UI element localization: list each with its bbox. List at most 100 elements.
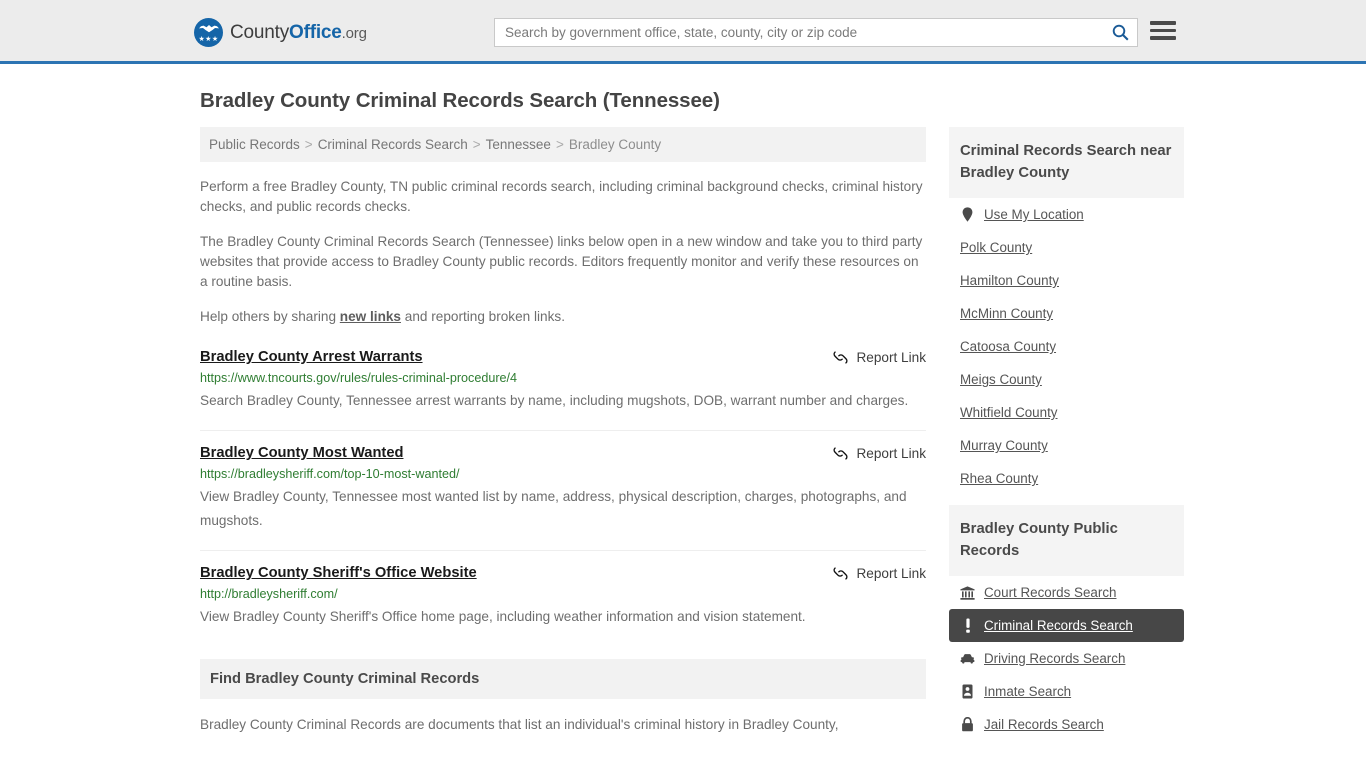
result-url: http://bradleysheriff.com/ <box>200 587 338 601</box>
share-text-after: and reporting broken links. <box>401 309 565 324</box>
breadcrumb: Public Records > Criminal Records Search > T… <box>200 127 926 162</box>
sidebar-panel-title: Criminal Records Search near Bradley Cou… <box>960 143 1172 181</box>
sidebar-item-inmate-search[interactable]: Inmate Search <box>949 675 1184 708</box>
brand-part-office: Office <box>289 21 342 43</box>
sidebar-item-label[interactable]: Meigs County <box>960 372 1042 387</box>
sidebar-panel: Bradley County Public Records Court Recor… <box>949 505 1184 741</box>
sidebar-item-rhea-county[interactable]: Rhea County <box>949 462 1184 495</box>
brand-part-county: County <box>230 21 290 43</box>
sidebar-panel-header: Bradley County Public Records <box>949 505 1184 576</box>
sidebar: Criminal Records Search near Bradley Cou… <box>949 127 1184 751</box>
brand-part-tld: .org <box>341 24 367 42</box>
intro-paragraph-1: Perform a free Bradley County, TN public… <box>200 179 923 214</box>
map-pin-icon <box>960 207 975 222</box>
result-title-link[interactable]: Bradley County Arrest Warrants <box>200 349 423 365</box>
intro-paragraph-2: The Bradley County Criminal Records Sear… <box>200 234 923 289</box>
result-title-link[interactable]: Bradley County Sheriff's Office Website <box>200 565 477 581</box>
sidebar-item-use-my-location[interactable]: Use My Location <box>949 198 1184 231</box>
result-description: Search Bradley County, Tennessee arrest … <box>200 393 909 408</box>
sidebar-item-murray-county[interactable]: Murray County <box>949 429 1184 462</box>
result-description: View Bradley County Sheriff's Office hom… <box>200 609 806 624</box>
hamburger-menu-icon[interactable] <box>1150 21 1176 40</box>
sidebar-panel-list: Court Records Search Criminal Records Sea… <box>949 576 1184 741</box>
sidebar-item-meigs-county[interactable]: Meigs County <box>949 363 1184 396</box>
result-title-link[interactable]: Bradley County Most Wanted <box>200 445 403 461</box>
eagle-seal-icon: ★★★ <box>194 18 223 47</box>
sidebar-item-court-records-search[interactable]: Court Records Search <box>949 576 1184 609</box>
sidebar-item-label[interactable]: Criminal Records Search <box>984 618 1133 633</box>
sidebar-item-polk-county[interactable]: Polk County <box>949 231 1184 264</box>
sidebar-item-whitfield-county[interactable]: Whitfield County <box>949 396 1184 429</box>
sidebar-item-hamilton-county[interactable]: Hamilton County <box>949 264 1184 297</box>
brand-wordmark: CountyOffice.org <box>230 22 367 44</box>
exclamation-icon <box>960 618 975 633</box>
share-text-before: Help others by sharing <box>200 309 340 324</box>
sidebar-panel-list: Use My Location Polk County Hamilton Count… <box>949 198 1184 495</box>
breadcrumb-separator: > <box>472 137 481 152</box>
broken-link-icon <box>833 351 849 364</box>
breadcrumb-item-public-records[interactable]: Public Records <box>209 137 300 152</box>
car-icon <box>960 651 975 666</box>
sidebar-item-label[interactable]: Whitfield County <box>960 405 1058 420</box>
site-header: ★★★ CountyOffice.org <box>0 0 1366 64</box>
report-link-button[interactable]: Report Link <box>833 566 926 581</box>
search-icon <box>1112 24 1129 41</box>
page-container: Bradley County Criminal Records Search (… <box>0 89 1366 751</box>
find-records-header: Find Bradley County Criminal Records <box>200 659 926 699</box>
hamburger-bar <box>1150 36 1176 40</box>
search-button[interactable] <box>1103 19 1137 46</box>
breadcrumb-separator: > <box>304 137 313 152</box>
report-link-button[interactable]: Report Link <box>833 350 926 365</box>
courthouse-icon <box>960 585 975 600</box>
result-header: Bradley County Most Wanted Report Link <box>200 445 926 461</box>
stars-glyph-icon: ★★★ <box>198 36 219 43</box>
sidebar-panel-title: Bradley County Public Records <box>960 521 1118 559</box>
results-list: Bradley County Arrest Warrants Report Lin… <box>200 349 926 646</box>
sidebar-item-jail-records-search[interactable]: Jail Records Search <box>949 708 1184 741</box>
sidebar-item-driving-records-search[interactable]: Driving Records Search <box>949 642 1184 675</box>
sidebar-item-label[interactable]: Court Records Search <box>984 585 1116 600</box>
result-header: Bradley County Arrest Warrants Report Lin… <box>200 349 926 365</box>
sidebar-item-label[interactable]: Polk County <box>960 240 1032 255</box>
new-links-link[interactable]: new links <box>340 309 401 324</box>
report-link-label: Report Link <box>856 350 926 365</box>
report-link-label: Report Link <box>856 446 926 461</box>
breadcrumb-separator: > <box>555 137 564 152</box>
result-url: https://www.tncourts.gov/rules/rules-cri… <box>200 371 518 385</box>
page-title: Bradley County Criminal Records Search (… <box>200 89 720 112</box>
sidebar-item-criminal-records-search[interactable]: Criminal Records Search <box>949 609 1184 642</box>
intro-paragraph-3: Help others by sharing new links and rep… <box>200 307 926 327</box>
eagle-glyph-icon <box>198 25 219 33</box>
sidebar-item-label[interactable]: Use My Location <box>984 207 1084 222</box>
breadcrumb-item-tennessee[interactable]: Tennessee <box>486 137 551 152</box>
report-link-label: Report Link <box>856 566 926 581</box>
broken-link-icon <box>833 567 849 580</box>
sidebar-item-catoosa-county[interactable]: Catoosa County <box>949 330 1184 363</box>
sidebar-item-label[interactable]: Catoosa County <box>960 339 1056 354</box>
hamburger-bar <box>1150 21 1176 25</box>
result-url: https://bradleysheriff.com/top-10-most-w… <box>200 467 460 481</box>
sidebar-item-label[interactable]: Rhea County <box>960 471 1038 486</box>
sidebar-item-label[interactable]: Hamilton County <box>960 273 1059 288</box>
breadcrumb-item-bradley-county: Bradley County <box>568 137 662 152</box>
sidebar-item-mcminn-county[interactable]: McMinn County <box>949 297 1184 330</box>
lock-icon <box>960 717 975 732</box>
result-description: View Bradley County, Tennessee most want… <box>200 489 907 528</box>
search-input[interactable] <box>495 19 1103 46</box>
result-item: Bradley County Most Wanted Report Link htt… <box>200 430 926 550</box>
find-records-body: Bradley County Criminal Records are docu… <box>200 717 839 732</box>
find-records-heading: Find Bradley County Criminal Records <box>210 671 480 687</box>
sidebar-item-label[interactable]: Jail Records Search <box>984 717 1104 732</box>
site-logo[interactable]: ★★★ CountyOffice.org <box>194 18 367 47</box>
sidebar-item-label[interactable]: McMinn County <box>960 306 1053 321</box>
result-item: Bradley County Sheriff's Office Website R… <box>200 550 926 646</box>
result-item: Bradley County Arrest Warrants Report Lin… <box>200 349 926 430</box>
sidebar-item-label[interactable]: Driving Records Search <box>984 651 1125 666</box>
id-card-icon <box>960 684 975 699</box>
sidebar-item-label[interactable]: Murray County <box>960 438 1048 453</box>
content-columns: Public Records > Criminal Records Search > T… <box>200 127 1184 751</box>
report-link-button[interactable]: Report Link <box>833 446 926 461</box>
breadcrumb-item-criminal-records-search[interactable]: Criminal Records Search <box>318 137 468 152</box>
search-bar[interactable] <box>494 18 1138 47</box>
sidebar-item-label[interactable]: Inmate Search <box>984 684 1071 699</box>
